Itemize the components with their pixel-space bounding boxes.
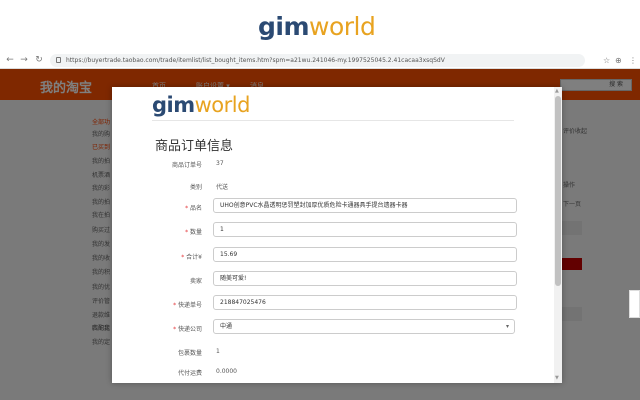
quantity-label: * 数量: [185, 229, 202, 236]
freight-label: 代付运费: [177, 370, 202, 377]
address-bar[interactable]: https://buyertrade.taobao.com/trade/item…: [50, 54, 585, 67]
gimworld-logo: gimworld: [258, 12, 376, 41]
forward-arrow-icon[interactable]: →: [18, 54, 30, 66]
seller-input[interactable]: 随美可爱!: [213, 271, 517, 286]
scroll-up-icon[interactable]: ▲: [555, 88, 559, 94]
chevron-down-icon: ▾: [505, 323, 509, 330]
scroll-down-icon[interactable]: ▼: [555, 375, 559, 381]
side-widget[interactable]: [629, 290, 640, 318]
order-no-label: 商品订单号: [171, 162, 202, 169]
tracking-no-input[interactable]: 218847025476: [213, 295, 517, 310]
lock-icon: [56, 57, 61, 63]
courier-select[interactable]: 中通 ▾: [213, 319, 515, 334]
menu-icon[interactable]: ⋮: [629, 55, 637, 66]
package-count-label: 包裹数量: [177, 350, 202, 357]
seller-label: 卖家: [189, 278, 202, 285]
order-no-value: 37: [216, 160, 224, 167]
modal-title: 商品订单信息: [155, 139, 234, 154]
brand-banner: gimworld: [0, 0, 640, 52]
reload-icon[interactable]: ↻: [33, 54, 45, 66]
total-input[interactable]: 15.69: [213, 247, 517, 262]
divider: [152, 120, 514, 121]
extension-icon[interactable]: ⊕: [615, 55, 622, 66]
gimworld-logo: gimworld: [152, 93, 250, 117]
package-count-value: 1: [216, 348, 220, 355]
bookmark-star-icon[interactable]: ☆: [603, 55, 610, 66]
category-value: 代送: [216, 184, 229, 191]
courier-label: * 快递公司: [173, 326, 202, 333]
category-label: 类别: [189, 184, 202, 191]
product-name-input[interactable]: UHO创意PVC水晶透明惩罚塑封加厚优质危险卡通器具手提台遗器卡器: [213, 198, 517, 213]
order-info-modal: gimworld 商品订单信息 商品订单号 37 类别 代送 * 品名 UHO创…: [112, 87, 562, 383]
quantity-input[interactable]: 1: [213, 222, 517, 237]
tracking-no-label: * 快递单号: [173, 302, 202, 309]
product-name-label: * 品名: [185, 205, 202, 212]
browser-toolbar: ← → ↻ https://buyertrade.taobao.com/trad…: [0, 52, 640, 69]
total-label: * 合计¥: [181, 254, 202, 261]
back-arrow-icon[interactable]: ←: [4, 54, 16, 66]
scrollbar-thumb[interactable]: [555, 96, 561, 286]
freight-value: 0.0000: [216, 368, 237, 375]
